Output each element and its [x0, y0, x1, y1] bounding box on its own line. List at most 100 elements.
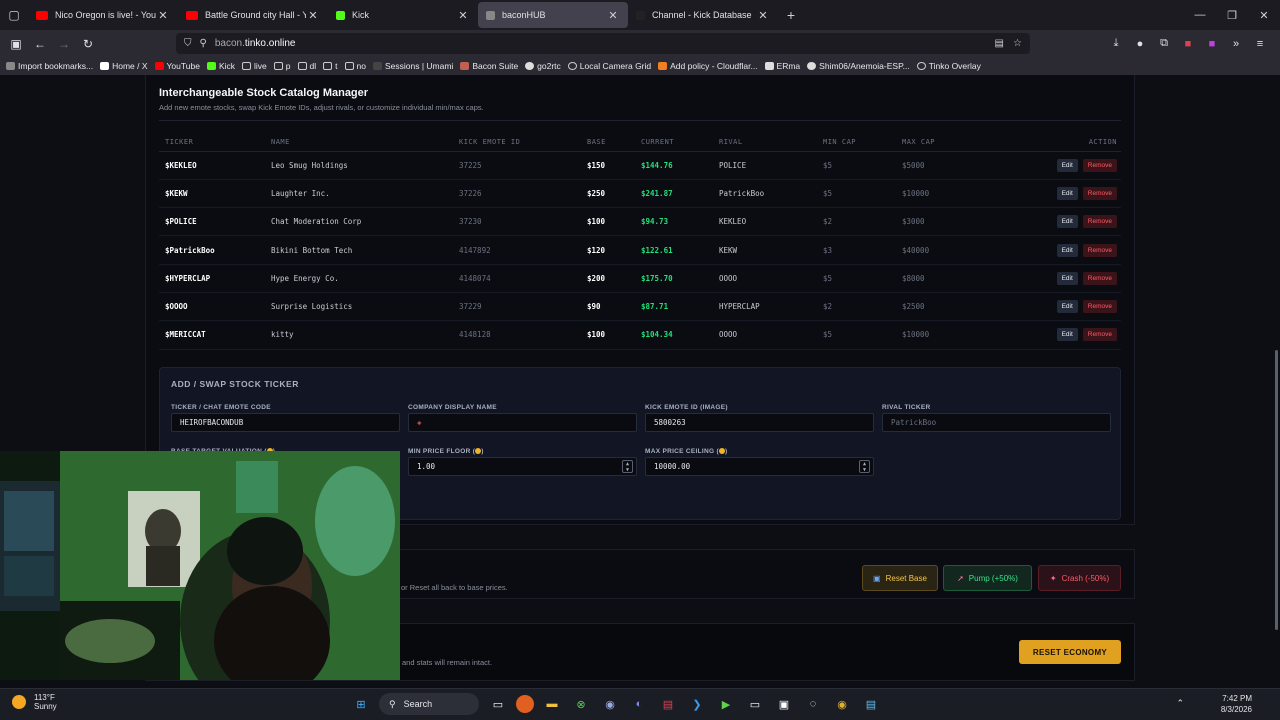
back-icon[interactable]: ←	[28, 32, 52, 56]
bookmark-folder[interactable]: p	[273, 61, 291, 71]
bookmark-item[interactable]: Add policy - Cloudflar...	[658, 61, 758, 71]
close-icon[interactable]: ✕	[306, 9, 320, 22]
new-tab-button[interactable]: +	[778, 7, 804, 23]
tray-chevron-icon[interactable]: ⌃	[1176, 698, 1184, 709]
forward-icon[interactable]: →	[52, 32, 76, 56]
app-green-icon[interactable]: ▶	[715, 693, 737, 715]
clock[interactable]: 7:42 PM 8/3/2026	[1221, 693, 1252, 715]
edit-button[interactable]: Edit	[1056, 243, 1078, 257]
bookmark-label: Bacon Suite	[472, 61, 519, 71]
chrome-icon[interactable]: ◉	[831, 693, 853, 715]
bookmark-item[interactable]: Shim06/Anemoia-ESP...	[807, 61, 910, 71]
reload-icon[interactable]: ↻	[76, 32, 100, 56]
min-cap-cell: $5	[823, 264, 902, 293]
ticker-input[interactable]: HEIROFBACONDUB	[171, 413, 400, 432]
bookmark-item[interactable]: YouTube	[154, 61, 200, 71]
firefox-icon[interactable]	[516, 695, 534, 713]
remove-button[interactable]: Remove	[1082, 271, 1117, 285]
company-input[interactable]: ◈	[408, 413, 637, 432]
url-prefix: bacon.	[214, 38, 245, 49]
remove-button[interactable]: Remove	[1082, 243, 1117, 257]
minimize-icon[interactable]: —	[1184, 0, 1216, 30]
terminal-icon[interactable]: ▭	[744, 693, 766, 715]
remove-button[interactable]: Remove	[1082, 186, 1117, 200]
remove-button[interactable]: Remove	[1082, 300, 1117, 314]
stepper-icon[interactable]: ▲ ▼	[859, 460, 870, 473]
taskbar-search[interactable]: ⚲ Search	[379, 693, 479, 715]
bookmark-item[interactable]: Home / X	[100, 61, 148, 71]
page-subtitle: Add new emote stocks, swap Kick Emote ID…	[159, 103, 484, 112]
emote-id-input[interactable]: 5800263	[645, 413, 874, 432]
bookmark-item[interactable]: ERma	[764, 61, 800, 71]
rival-cell: KEKW	[719, 235, 823, 265]
edit-button[interactable]: Edit	[1056, 328, 1078, 342]
app-red-icon[interactable]: ▤	[657, 693, 679, 715]
scrollbar[interactable]	[1275, 350, 1278, 630]
notepad-icon[interactable]: ▤	[860, 693, 882, 715]
menu-icon[interactable]: ≡	[1248, 38, 1272, 50]
restore-icon[interactable]: ❐	[1216, 0, 1248, 30]
pump-button[interactable]: ➚ Pump (+50%)	[943, 565, 1032, 591]
bookmark-item[interactable]: Import bookmarks...	[6, 61, 93, 71]
star-icon[interactable]: ☆	[1013, 38, 1022, 49]
sidebar-icon[interactable]: ▣	[4, 32, 28, 56]
bookmark-item[interactable]: Bacon Suite	[460, 61, 518, 71]
remove-button[interactable]: Remove	[1082, 158, 1117, 172]
tab-list-icon[interactable]: ▢	[0, 0, 28, 30]
close-icon[interactable]: ✕	[756, 9, 770, 22]
tab-4[interactable]: Channel - Kick Database ✕	[628, 2, 778, 28]
steam-icon[interactable]: ◉	[599, 693, 621, 715]
tab-0[interactable]: Nico Oregon is live! - YouTu ✕	[28, 2, 178, 28]
xbox-icon[interactable]: ⊗	[570, 693, 592, 715]
bookmark-folder[interactable]: no	[344, 61, 366, 71]
reset-economy-button[interactable]: RESET ECONOMY	[1019, 640, 1121, 664]
tab-2[interactable]: Kick ✕	[328, 2, 478, 28]
edit-button[interactable]: Edit	[1056, 300, 1078, 314]
url-bar[interactable]: ⛉ ⚲ bacon. tinko.online ▤ ☆	[176, 33, 1030, 54]
bookmark-folder[interactable]: t	[323, 61, 338, 71]
stepper-icon[interactable]: ▲ ▼	[622, 460, 633, 473]
close-icon[interactable]: ✕	[606, 9, 620, 22]
extensions-icon[interactable]: ⧉	[1152, 37, 1176, 50]
discord-icon[interactable]: ◐	[628, 693, 650, 715]
bookmark-item[interactable]: Sessions | Umami	[372, 61, 453, 71]
max-price-input[interactable]: 10000.00 ▲ ▼	[645, 457, 874, 476]
reset-base-button[interactable]: ▣ Reset Base	[862, 565, 938, 591]
current-cell: $87.71	[641, 292, 719, 322]
crash-button[interactable]: ✦ Crash (-50%)	[1038, 565, 1121, 591]
task-view-icon[interactable]: ▭	[487, 693, 509, 715]
vscode-icon[interactable]: ❯	[686, 693, 708, 715]
pump-label: Pump (+50%)	[968, 573, 1018, 583]
bookmark-folder[interactable]: live	[242, 61, 267, 71]
download-icon[interactable]: ⤓	[1104, 37, 1128, 50]
rival-input[interactable]: PatrickBoo	[882, 413, 1111, 432]
edit-button[interactable]: Edit	[1056, 215, 1078, 229]
bookmark-item[interactable]: Kick	[206, 61, 235, 71]
tab-3[interactable]: baconHUB ✕	[478, 2, 628, 28]
edit-button[interactable]: Edit	[1056, 186, 1078, 200]
bookmark-folder[interactable]: dl	[297, 61, 316, 71]
close-icon[interactable]: ✕	[456, 9, 470, 22]
bookmark-item[interactable]: Local Camera Grid	[567, 61, 651, 71]
close-window-icon[interactable]: ✕	[1248, 0, 1280, 30]
file-explorer-icon[interactable]: ▬	[541, 693, 563, 715]
app-circle-icon[interactable]: ◌	[802, 693, 824, 715]
windows-start-icon[interactable]: ⊞	[350, 693, 372, 715]
weather-condition: Sunny	[34, 702, 57, 711]
overflow-icon[interactable]: »	[1224, 38, 1248, 50]
account-icon[interactable]: ●	[1128, 38, 1152, 50]
reader-icon[interactable]: ▤	[995, 38, 1004, 49]
remove-button[interactable]: Remove	[1082, 215, 1117, 229]
remove-button[interactable]: Remove	[1082, 328, 1117, 342]
close-icon[interactable]: ✕	[156, 9, 170, 22]
extension-purple-icon[interactable]: ■	[1200, 38, 1224, 50]
weather-widget[interactable]: 113°F Sunny	[12, 693, 57, 711]
bookmark-item[interactable]: go2rtc	[525, 61, 561, 71]
tab-1[interactable]: Battle Ground city Hall - Yo ✕	[178, 2, 328, 28]
extension-red-icon[interactable]: ■	[1176, 38, 1200, 50]
edit-button[interactable]: Edit	[1056, 271, 1078, 285]
app-window-icon[interactable]: ▣	[773, 693, 795, 715]
bookmark-item[interactable]: Tinko Overlay	[916, 61, 981, 71]
edit-button[interactable]: Edit	[1056, 158, 1078, 172]
min-price-input[interactable]: 1.00 ▲ ▼	[408, 457, 637, 476]
